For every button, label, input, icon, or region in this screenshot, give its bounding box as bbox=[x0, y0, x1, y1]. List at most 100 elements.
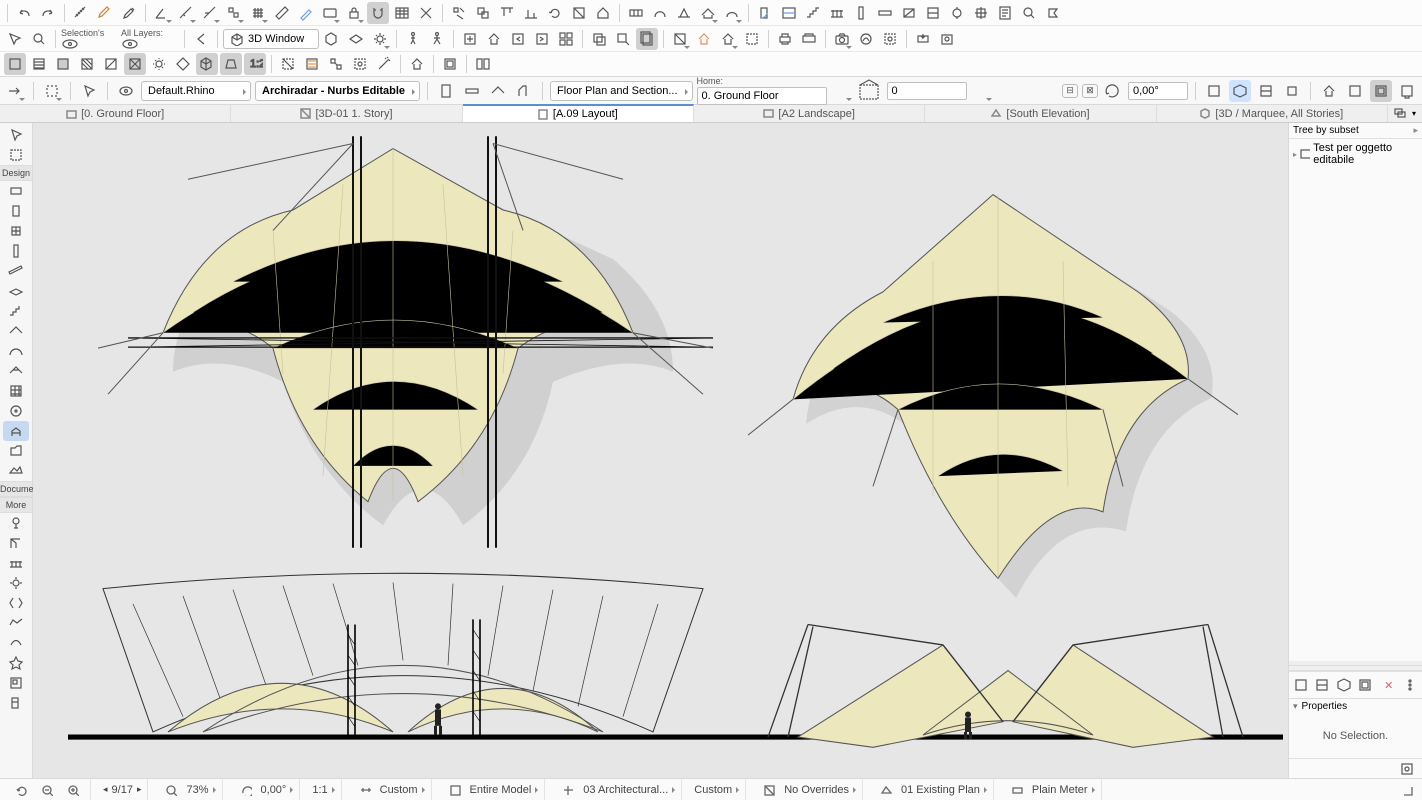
model-filter-chevron[interactable] bbox=[535, 787, 538, 793]
layout-book-icon[interactable] bbox=[439, 53, 461, 75]
geom-3d-icon[interactable] bbox=[196, 53, 218, 75]
nav-layout-icon[interactable] bbox=[1370, 80, 1392, 102]
curtainwall-tool-icon[interactable] bbox=[3, 381, 29, 401]
home-story-icon[interactable] bbox=[406, 53, 428, 75]
magnet-snap-icon[interactable] bbox=[367, 2, 389, 24]
railing-icon[interactable] bbox=[826, 2, 848, 24]
home-story-chevron[interactable] bbox=[831, 80, 853, 102]
zoom-in-icon[interactable] bbox=[62, 779, 84, 800]
find-select-icon[interactable] bbox=[28, 28, 50, 50]
elevation-field[interactable]: 0 bbox=[887, 82, 967, 100]
renovation-chevron[interactable] bbox=[984, 787, 987, 793]
geom-persp-icon[interactable] bbox=[220, 53, 242, 75]
model-canvas[interactable] bbox=[33, 123, 1288, 778]
geom-grad1-icon[interactable] bbox=[52, 53, 74, 75]
copy-view-icon[interactable] bbox=[588, 28, 610, 50]
freeform-tool-icon[interactable] bbox=[3, 613, 29, 633]
arrow-group-icon[interactable] bbox=[4, 80, 26, 102]
morph-tool-icon[interactable] bbox=[3, 401, 29, 421]
redo-button[interactable] bbox=[37, 2, 59, 24]
tab-south-elev[interactable]: [South Elevation] bbox=[925, 105, 1156, 122]
window-tool-icon[interactable] bbox=[3, 221, 29, 241]
rotate-icon[interactable] bbox=[544, 2, 566, 24]
section-icon[interactable] bbox=[922, 2, 944, 24]
persp-view-icon[interactable] bbox=[321, 28, 343, 50]
polyline-tool-icon[interactable] bbox=[3, 633, 29, 653]
window-3d-combo[interactable]: 3D Window bbox=[223, 29, 319, 49]
nav-project-icon[interactable] bbox=[1318, 80, 1340, 102]
grid-toggle-icon[interactable] bbox=[247, 2, 269, 24]
nav-view-icon[interactable] bbox=[1344, 80, 1366, 102]
sun-settings-icon[interactable] bbox=[369, 28, 391, 50]
mesh-tool-icon[interactable] bbox=[3, 461, 29, 481]
teamwork-send-icon[interactable] bbox=[912, 28, 934, 50]
view-elev-small-icon[interactable] bbox=[1281, 80, 1303, 102]
bounds-icon[interactable] bbox=[277, 53, 299, 75]
skylight-tool-icon[interactable] bbox=[3, 361, 29, 381]
navigator-head-chevron[interactable]: ▸ bbox=[1413, 125, 1418, 136]
overrides-icon[interactable] bbox=[758, 779, 780, 800]
home-story-field[interactable]: 0. Ground Floor bbox=[697, 87, 827, 105]
dimstyle-chevron[interactable] bbox=[422, 787, 425, 793]
arrow-tool-icon[interactable] bbox=[3, 125, 29, 145]
model-filter-icon[interactable] bbox=[444, 779, 466, 800]
object-tool-icon[interactable] bbox=[3, 421, 29, 441]
layer-chip-icon[interactable] bbox=[319, 2, 341, 24]
render-icon[interactable] bbox=[855, 28, 877, 50]
curtain-wall-icon[interactable] bbox=[778, 2, 800, 24]
highlighter-icon[interactable] bbox=[94, 2, 116, 24]
walk-mode-icon[interactable] bbox=[402, 28, 424, 50]
ruler-icon[interactable] bbox=[271, 2, 293, 24]
units-chevron[interactable] bbox=[1092, 787, 1095, 793]
wall-tool-icon[interactable] bbox=[3, 181, 29, 201]
marquee-tool-icon[interactable] bbox=[3, 145, 29, 165]
prop-layout-icon[interactable] bbox=[1356, 674, 1376, 696]
wallend-tool-icon[interactable] bbox=[3, 573, 29, 593]
column-tool-icon[interactable] bbox=[3, 241, 29, 261]
snap-multi-icon[interactable] bbox=[223, 2, 245, 24]
detail-icon[interactable] bbox=[1018, 2, 1040, 24]
shell-tool-icon[interactable] bbox=[3, 341, 29, 361]
trim-icon[interactable] bbox=[415, 2, 437, 24]
status-corner-icon[interactable] bbox=[1396, 779, 1418, 800]
view-plan-icon[interactable] bbox=[1203, 80, 1225, 102]
roof-tool-icon[interactable] bbox=[3, 321, 29, 341]
wall-profile-icon[interactable] bbox=[435, 80, 457, 102]
align-bottom-icon[interactable] bbox=[520, 2, 542, 24]
trace-ref-icon[interactable] bbox=[693, 28, 715, 50]
tab-layout-a09[interactable]: [A.09 Layout] bbox=[463, 104, 694, 122]
layer-combination-chevron[interactable] bbox=[672, 787, 675, 793]
resize-icon[interactable] bbox=[568, 2, 590, 24]
prop-3d-icon[interactable] bbox=[1334, 674, 1354, 696]
geom-snap-icon[interactable]: 1:2 bbox=[244, 53, 266, 75]
rotation-field[interactable]: 0,00° bbox=[1128, 82, 1188, 100]
roof-group-icon[interactable] bbox=[697, 2, 719, 24]
explore-mode-icon[interactable] bbox=[426, 28, 448, 50]
scale-chevron[interactable] bbox=[332, 787, 335, 793]
geom-sun-icon[interactable] bbox=[148, 53, 170, 75]
stair-tool-icon[interactable] bbox=[3, 301, 29, 321]
renovation-icon[interactable] bbox=[875, 779, 897, 800]
zone-tool-icon[interactable] bbox=[3, 441, 29, 461]
zoom-out-icon[interactable] bbox=[36, 779, 58, 800]
render-region-icon[interactable] bbox=[879, 28, 901, 50]
tab-overflow-icon[interactable]: ▾ bbox=[1388, 105, 1422, 122]
home-view-icon[interactable] bbox=[483, 28, 505, 50]
measure-icon[interactable] bbox=[70, 2, 92, 24]
geom-diamond-icon[interactable] bbox=[172, 53, 194, 75]
all-views-icon[interactable] bbox=[555, 28, 577, 50]
snap-edge-icon[interactable] bbox=[199, 2, 221, 24]
previous-view-icon[interactable] bbox=[507, 28, 529, 50]
view-combo[interactable]: Floor Plan and Section... bbox=[550, 81, 692, 101]
change-icon[interactable] bbox=[1042, 2, 1064, 24]
panel-settings-icon[interactable] bbox=[1396, 758, 1418, 779]
drag-view-icon[interactable] bbox=[612, 28, 634, 50]
opening-tool-icon[interactable] bbox=[3, 593, 29, 613]
wall-tool-group-icon[interactable] bbox=[625, 2, 647, 24]
prop-menu-icon[interactable] bbox=[1401, 674, 1421, 696]
beam-tool-icon[interactable] bbox=[3, 261, 29, 281]
marquee-icon[interactable] bbox=[741, 28, 763, 50]
surface-painter-icon[interactable] bbox=[301, 53, 323, 75]
layer-combo[interactable]: Default.Rhino bbox=[141, 81, 251, 101]
trace-reveal-icon[interactable] bbox=[717, 28, 739, 50]
